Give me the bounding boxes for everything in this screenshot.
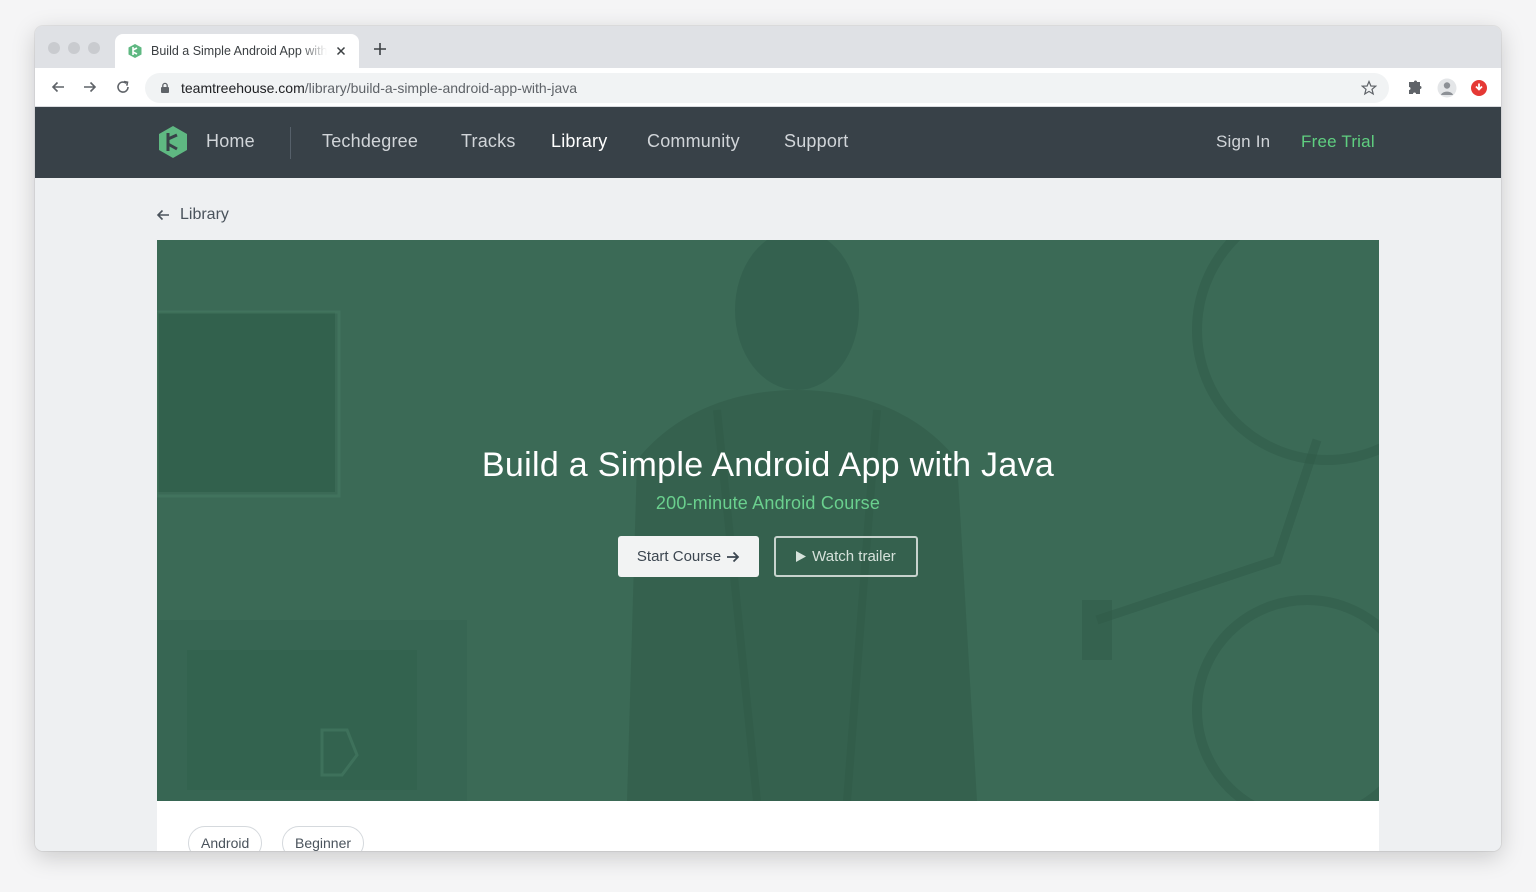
browser-toolbar: teamtreehouse.com/library/build-a-simple… [35,68,1501,107]
tab-title: Build a Simple Android App with Java [151,44,327,58]
treehouse-logo-icon[interactable] [156,125,190,159]
free-trial-link[interactable]: Free Trial [1301,132,1375,152]
course-hero: Build a Simple Android App with Java 200… [157,240,1379,801]
course-title: Build a Simple Android App with Java [481,446,1055,484]
browser-tab[interactable]: Build a Simple Android App with Java [115,34,359,68]
star-icon[interactable] [1361,80,1377,96]
breadcrumb-library: Library [180,206,229,223]
hero-background-image [157,240,1379,801]
url-host: teamtreehouse.com [181,80,305,96]
nav-techdegree[interactable]: Techdegree [322,131,418,152]
url-path: /library/build-a-simple-android-app-with… [304,80,578,96]
browser-window: Build a Simple Android App with Java tea… [35,26,1501,851]
start-course-button[interactable]: Start Course [618,536,759,577]
reload-icon[interactable] [114,78,132,96]
sign-in-link[interactable]: Sign In [1216,132,1270,152]
nav-support[interactable]: Support [784,131,848,152]
back-icon[interactable] [49,78,67,96]
nav-divider [290,127,291,159]
tab-strip: Build a Simple Android App with Java [35,26,1501,68]
arrow-right-icon [727,551,740,562]
nav-home[interactable]: Home [206,131,255,152]
nav-community[interactable]: Community [647,131,740,152]
breadcrumb[interactable]: Library [156,206,229,224]
forward-icon[interactable] [81,78,99,96]
url-text: teamtreehouse.com/library/build-a-simple… [181,80,577,96]
window-minimize-dot[interactable] [68,42,80,54]
site-header: Home Techdegree Tracks Library Community… [35,107,1501,178]
lock-icon [161,82,169,93]
course-subtitle: 200-minute Android Course [655,493,881,513]
tag-android[interactable]: Android [188,826,263,851]
profile-avatar[interactable] [1437,78,1457,98]
course-meta-card: Android Beginner [157,801,1379,851]
nav-tracks[interactable]: Tracks [461,131,516,152]
nav-library[interactable]: Library [551,131,607,152]
watch-trailer-label: Watch trailer [812,548,896,565]
address-bar[interactable]: teamtreehouse.com/library/build-a-simple… [145,73,1389,103]
new-tab-icon[interactable] [371,40,389,58]
arrow-left-icon [156,209,169,221]
close-tab-icon[interactable] [333,43,349,59]
main-content: Library Build a Simple Android App with … [35,178,1501,851]
treehouse-favicon-icon [128,44,142,58]
extension-badge-icon[interactable] [1469,78,1489,98]
play-icon [796,551,807,562]
extensions-icon[interactable] [1404,78,1424,98]
start-course-label: Start Course [636,548,722,565]
tag-beginner[interactable]: Beginner [282,826,365,851]
watch-trailer-button[interactable]: Watch trailer [774,536,918,577]
window-close-dot[interactable] [48,42,60,54]
window-zoom-dot[interactable] [88,42,100,54]
